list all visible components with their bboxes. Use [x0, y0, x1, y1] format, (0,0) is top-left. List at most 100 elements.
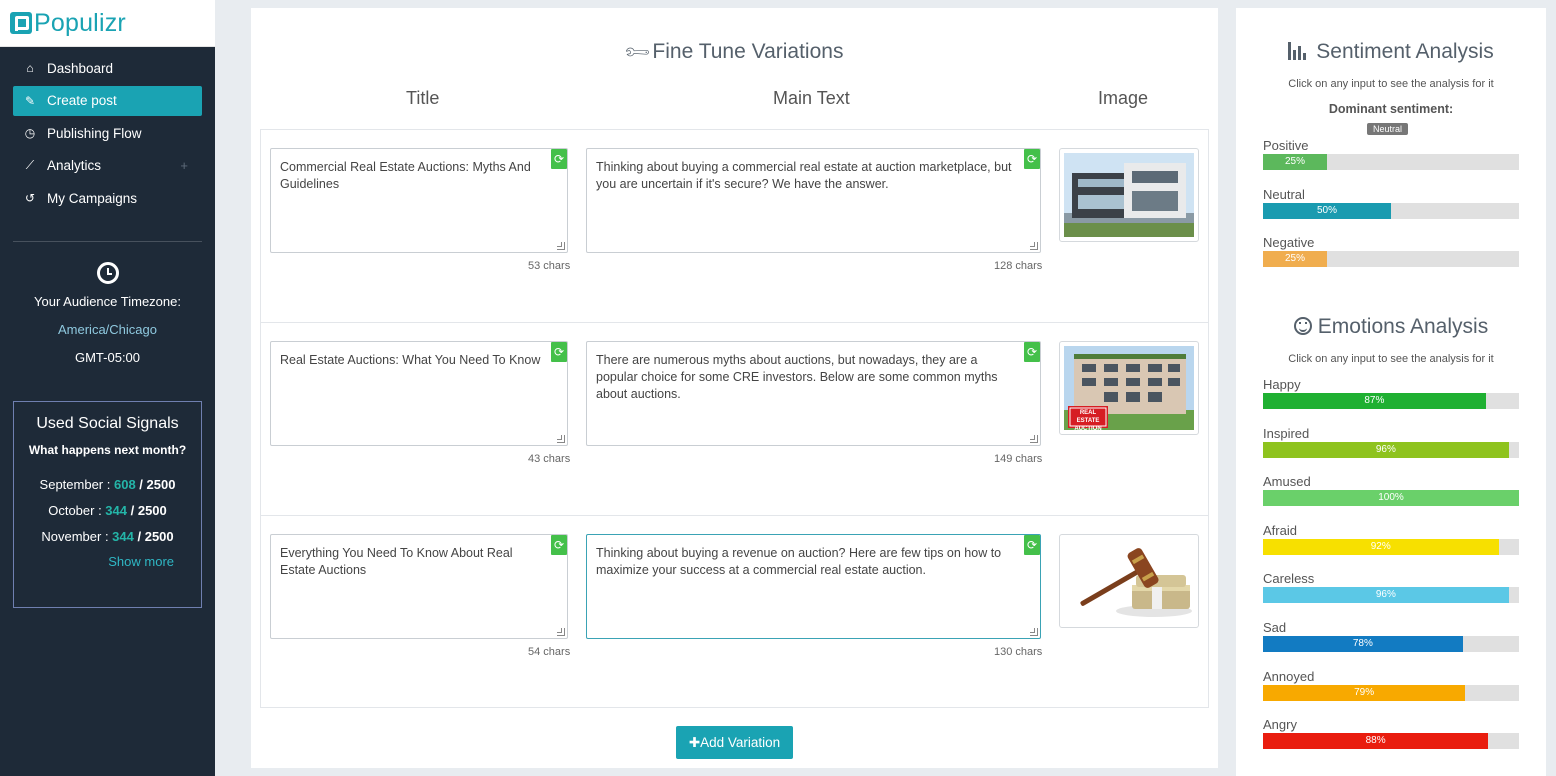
sidebar-item-create-post[interactable]: ✎ Create post — [13, 85, 202, 116]
clock-icon — [96, 262, 119, 284]
bar-fill-annoyed: 79% — [1263, 684, 1466, 701]
title-char-count: 53 chars — [528, 260, 571, 272]
sidebar-divider — [13, 241, 202, 242]
variation-image[interactable] — [1059, 148, 1199, 242]
variation-row: Real Estate Auctions: What You Need To K… — [261, 323, 1208, 516]
signal-total: / 2500 — [135, 477, 176, 492]
refresh-icon[interactable]: ⟳ — [1024, 535, 1040, 555]
sidebar-item-label: Publishing Flow — [47, 125, 142, 141]
variation-image[interactable]: REAL ESTATE AUCTION — [1059, 341, 1199, 435]
signal-month: September : — [39, 477, 114, 492]
bar-fill-happy: 87% — [1263, 393, 1486, 409]
title-char-count: 43 chars — [528, 453, 571, 465]
title-char-count: 54 chars — [528, 646, 571, 658]
auction-building-image: REAL ESTATE AUCTION — [1064, 346, 1194, 430]
wrench-icon: 🔧︎ — [621, 36, 652, 68]
signals-title: Used Social Signals — [36, 415, 179, 432]
sidebar-item-dashboard[interactable]: ⌂ Dashboard — [13, 53, 202, 83]
sidebar-item-label: Dashboard — [47, 60, 114, 76]
signal-total: / 2500 — [133, 529, 174, 544]
bar-track-happy: 87% — [1263, 393, 1519, 409]
edit-icon: ✎ — [24, 93, 36, 108]
emotions-title: Emotions Analysis — [1236, 315, 1546, 339]
expand-plus-icon[interactable]: + — [180, 158, 188, 173]
bar-fill-afraid: 92% — [1263, 538, 1499, 555]
signal-row-september: September : 608 / 2500 — [14, 477, 201, 492]
bar-label-neutral: Neutral — [1263, 186, 1305, 202]
variation-row: Everything You Need To Know About Real E… — [261, 516, 1208, 709]
page-title-text: Fine Tune Variations — [652, 40, 844, 63]
main-text-textarea[interactable]: There are numerous myths about auctions,… — [586, 341, 1041, 446]
bar-fill-inspired: 96% — [1263, 441, 1509, 458]
resize-handle[interactable] — [1030, 628, 1038, 636]
resize-handle[interactable] — [1030, 435, 1038, 443]
refresh-icon[interactable]: ⟳ — [1024, 149, 1040, 169]
title-text: Commercial Real Estate Auctions: Myths A… — [280, 160, 531, 191]
column-header-title: Title — [406, 88, 440, 108]
bar-label-positive: Positive — [1263, 138, 1309, 153]
variation-image[interactable] — [1059, 534, 1199, 628]
bar-fill-amused: 100% — [1263, 490, 1519, 507]
resize-handle[interactable] — [557, 628, 565, 636]
variation-row: Commercial Real Estate Auctions: Myths A… — [261, 130, 1208, 323]
refresh-icon[interactable]: ⟳ — [551, 535, 567, 555]
main-text-textarea[interactable]: Thinking about buying a revenue on aucti… — [586, 534, 1041, 639]
resize-handle[interactable] — [557, 435, 565, 443]
bar-label-angry: Angry — [1263, 717, 1297, 733]
fine-tune-panel: 🔧︎Fine Tune Variations Title Main Text I… — [251, 8, 1218, 768]
sidebar-item-publishing-flow[interactable]: ◷ Publishing Flow — [13, 118, 202, 148]
sidebar-item-analytics[interactable]: ⟋ Analytics + — [13, 151, 202, 181]
timezone-offset: GMT-05:00 — [74, 350, 141, 365]
chart-line-icon: ⟋ — [25, 158, 35, 172]
title-textarea[interactable]: Commercial Real Estate Auctions: Myths A… — [270, 148, 568, 253]
signal-month: November : — [41, 529, 113, 544]
title-textarea[interactable]: Everything You Need To Know About Real E… — [270, 534, 568, 639]
main-text-char-count: 149 chars — [994, 453, 1043, 465]
timezone-city: America/Chicago — [58, 322, 157, 337]
bar-track-angry: 88% — [1263, 733, 1519, 750]
signal-used: 608 — [113, 477, 136, 492]
bar-chart-icon — [1288, 42, 1310, 60]
title-textarea[interactable]: Real Estate Auctions: What You Need To K… — [270, 341, 568, 446]
home-icon: ⌂ — [26, 61, 34, 75]
sidebar-item-my-campaigns[interactable]: ↺ My Campaigns — [13, 183, 202, 213]
signals-list: September : 608 / 2500 October : 344 / 2… — [14, 477, 201, 544]
add-variation-button[interactable]: ✚Add Variation — [676, 726, 793, 759]
bar-track-neutral: 50% — [1263, 202, 1519, 219]
main-text-textarea[interactable]: Thinking about buying a commercial real … — [586, 148, 1041, 253]
refresh-icon[interactable]: ⟳ — [551, 342, 567, 362]
column-header-image: Image — [1098, 88, 1149, 108]
refresh-icon[interactable]: ⟳ — [1024, 342, 1040, 362]
auction-sign-text: REAL ESTATE AUCTION — [1074, 410, 1102, 430]
resize-handle[interactable] — [557, 242, 565, 250]
populizr-logo-icon — [10, 12, 32, 34]
bar-fill-positive: 25% — [1263, 154, 1327, 170]
history-icon: ↺ — [24, 191, 36, 205]
audience-timezone: Your Audience Timezone: America/Chicago … — [0, 262, 215, 365]
bar-label-inspired: Inspired — [1263, 425, 1310, 441]
bar-track-careless: 96% — [1263, 587, 1519, 604]
dominant-sentiment-label: Dominant sentiment: — [1328, 102, 1454, 116]
bar-fill-negative: 25% — [1263, 251, 1327, 267]
bar-label-negative: Negative — [1263, 235, 1315, 250]
page-title: 🔧︎Fine Tune Variations — [251, 37, 1218, 67]
bar-fill-neutral: 50% — [1263, 202, 1391, 219]
bar-label-sad: Sad — [1263, 620, 1287, 635]
bar-track-sad: 78% — [1263, 636, 1519, 652]
logo[interactable]: Populizr — [0, 0, 215, 47]
signal-month: October : — [48, 503, 106, 518]
refresh-icon[interactable]: ⟳ — [551, 149, 567, 169]
resize-handle[interactable] — [1030, 242, 1038, 250]
title-text: Everything You Need To Know About Real E… — [280, 546, 513, 577]
dominant-sentiment-badge: Neutral — [1367, 123, 1409, 135]
plus-icon: ✚ — [688, 735, 701, 750]
analysis-panel: Sentiment Analysis Click on any input to… — [1236, 8, 1546, 776]
show-more-link[interactable]: Show more — [14, 554, 201, 569]
bar-label-amused: Amused — [1263, 474, 1311, 490]
sidebar-nav: ⌂ Dashboard ✎ Create post ◷ Publishing F… — [0, 47, 215, 213]
modern-house-image — [1064, 153, 1194, 237]
emotions-subtitle: Click on any input to see the analysis f… — [1288, 353, 1494, 365]
timezone-label: Your Audience Timezone: — [34, 294, 181, 309]
variations-list: Commercial Real Estate Auctions: Myths A… — [260, 129, 1209, 708]
clock-icon: ◷ — [24, 126, 36, 140]
